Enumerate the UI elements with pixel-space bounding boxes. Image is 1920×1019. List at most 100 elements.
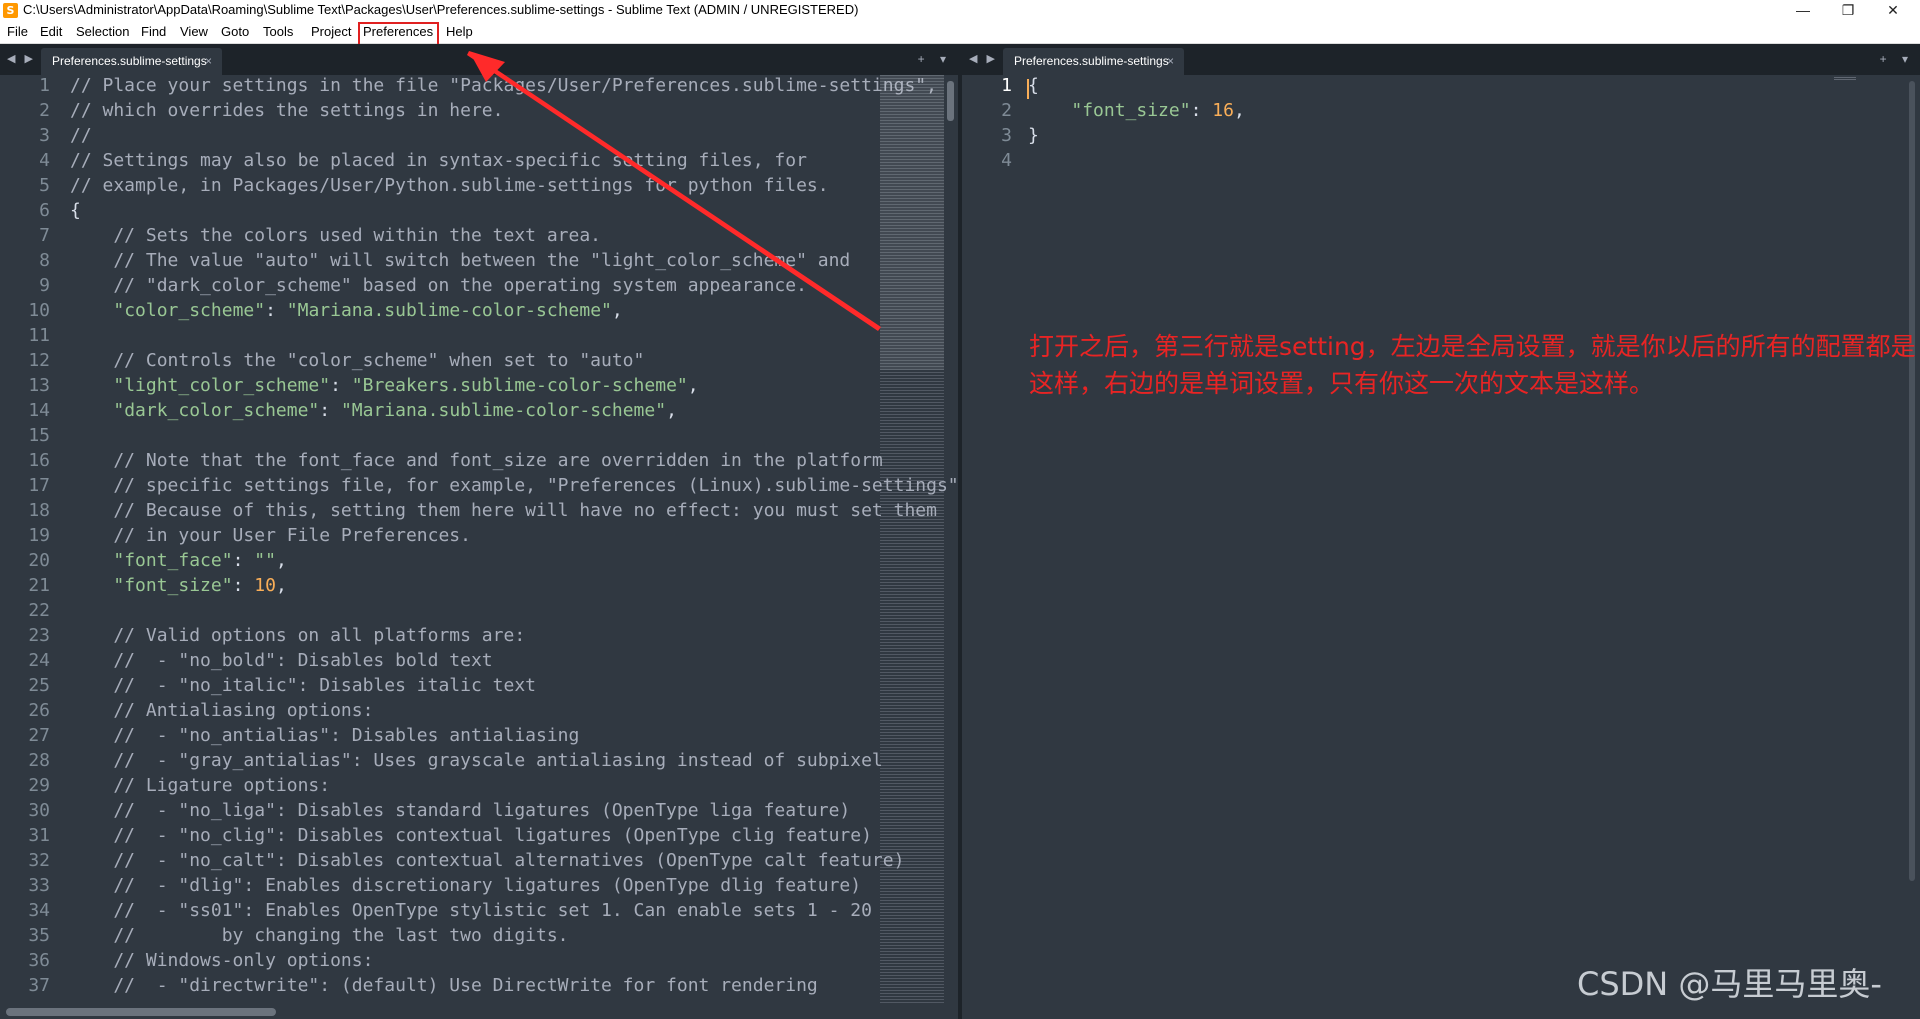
- minimize-button[interactable]: —: [1781, 0, 1825, 20]
- code-token-comment: // which overrides the settings in here.: [70, 100, 504, 121]
- code-line[interactable]: {: [1028, 75, 1039, 100]
- text-cursor: [1027, 79, 1029, 99]
- tab-label: Preferences.sublime-settings: [1014, 54, 1169, 68]
- close-window-button[interactable]: ✕: [1871, 0, 1915, 20]
- code-line[interactable]: {: [70, 200, 81, 225]
- line-number: 20: [28, 550, 50, 571]
- code-token-brace: {: [1028, 75, 1039, 96]
- line-number: 33: [28, 875, 50, 896]
- code-line[interactable]: // by changing the last two digits.: [70, 925, 568, 950]
- code-token-comment: // Windows-only options:: [70, 950, 374, 971]
- vertical-scrollbar[interactable]: [1909, 81, 1915, 881]
- code-token-string: "light_color_scheme": [113, 375, 331, 396]
- menu-file[interactable]: File: [7, 20, 28, 44]
- code-line[interactable]: // Antialiasing options:: [70, 700, 373, 725]
- code-line[interactable]: // Note that the font_face and font_size…: [70, 450, 882, 475]
- horizontal-scrollbar[interactable]: [6, 1008, 276, 1016]
- code-line[interactable]: // specific settings file, for example, …: [70, 475, 958, 500]
- code-line[interactable]: "light_color_scheme": "Breakers.sublime-…: [70, 375, 698, 400]
- menu-goto[interactable]: Goto: [221, 20, 249, 44]
- menu-edit[interactable]: Edit: [40, 20, 62, 44]
- code-line[interactable]: // - "ss01": Enables OpenType stylistic …: [70, 900, 872, 925]
- code-line[interactable]: // - "dlig": Enables discretionary ligat…: [70, 875, 861, 900]
- code-token-comment: // Because of this, setting them here wi…: [70, 500, 937, 521]
- tab-preferences-left[interactable]: Preferences.sublime-settings ×: [41, 48, 222, 75]
- code-line[interactable]: // - "directwrite": (default) Use Direct…: [70, 975, 817, 1000]
- code-token-punct: :: [330, 375, 352, 396]
- tab-close-icon[interactable]: ×: [1167, 48, 1174, 75]
- code-line[interactable]: // - "no_clig": Disables contextual liga…: [70, 825, 872, 850]
- menu-help[interactable]: Help: [446, 20, 473, 44]
- code-line[interactable]: // - "no_liga": Disables standard ligatu…: [70, 800, 850, 825]
- menu-view[interactable]: View: [180, 20, 208, 44]
- code-token-comment: // Valid options on all platforms are:: [70, 625, 526, 646]
- code-line[interactable]: // Settings may also be placed in syntax…: [70, 150, 807, 175]
- code-line[interactable]: "dark_color_scheme": "Mariana.sublime-co…: [70, 400, 677, 425]
- code-line[interactable]: // The value "auto" will switch between …: [70, 250, 850, 275]
- code-line[interactable]: // Ligature options:: [70, 775, 330, 800]
- line-number: 32: [28, 850, 50, 871]
- line-number: 10: [28, 300, 50, 321]
- code-token-punct: [70, 400, 113, 421]
- code-token-punct: :: [232, 550, 255, 571]
- line-number: 9: [39, 275, 50, 296]
- tab-nav-arrows[interactable]: ◀ ▶: [7, 44, 36, 75]
- code-line[interactable]: //: [70, 125, 92, 150]
- code-token-punct: [70, 375, 113, 396]
- code-line[interactable]: // example, in Packages/User/Python.subl…: [70, 175, 829, 200]
- code-line[interactable]: "font_face": "",: [70, 550, 287, 575]
- code-line[interactable]: // in your User File Preferences.: [70, 525, 471, 550]
- code-token-string: "Mariana.sublime-color-scheme": [286, 300, 612, 321]
- minimap-viewport[interactable]: [880, 75, 944, 370]
- code-line[interactable]: // - "gray_antialias": Uses grayscale an…: [70, 750, 882, 775]
- code-token-string: "Breakers.sublime-color-scheme": [351, 375, 688, 396]
- line-number-gutter: 1 2 3 4: [962, 75, 1022, 1019]
- code-line[interactable]: // Controls the "color_scheme" when set …: [70, 350, 644, 375]
- code-token-punct: :: [319, 400, 341, 421]
- code-token-punct: ,: [1233, 100, 1245, 121]
- code-line[interactable]: // Valid options on all platforms are:: [70, 625, 525, 650]
- code-line[interactable]: // Because of this, setting them here wi…: [70, 500, 937, 525]
- line-number: 37: [28, 975, 50, 996]
- code-line[interactable]: // Place your settings in the file "Pack…: [70, 75, 937, 100]
- code-line[interactable]: "font_size": 16,: [1028, 100, 1245, 125]
- tab-preferences-right[interactable]: Preferences.sublime-settings ×: [1003, 48, 1184, 75]
- code-token-comment: // specific settings file, for example, …: [70, 475, 958, 496]
- line-number: 8: [39, 250, 50, 271]
- line-number: 25: [28, 675, 50, 696]
- code-line[interactable]: "color_scheme": "Mariana.sublime-color-s…: [70, 300, 622, 325]
- minimap[interactable]: [1834, 77, 1856, 81]
- line-number: 15: [28, 425, 50, 446]
- restore-button[interactable]: ❐: [1826, 0, 1870, 20]
- tab-tools[interactable]: + ▾: [1880, 44, 1914, 75]
- editor-pane-user-settings[interactable]: 1 2 3 4 { "font_size": 16,}: [962, 75, 1920, 1019]
- editor-pane-default-settings[interactable]: 1 2 3 4 5 6 7 8 9 10 11 12 13 14 15 16 17 18 19 20 21 22 23 24 2…: [0, 75, 958, 1019]
- code-token-comment: // Settings may also be placed in syntax…: [70, 150, 807, 171]
- code-line[interactable]: // Sets the colors used within the text …: [70, 225, 601, 250]
- code-token-number: 16: [1212, 100, 1234, 121]
- code-line[interactable]: }: [1028, 125, 1039, 150]
- tab-close-icon[interactable]: ×: [205, 48, 212, 75]
- menu-project[interactable]: Project: [311, 20, 351, 44]
- code-line[interactable]: // - "no_antialias": Disables antialiasi…: [70, 725, 579, 750]
- code-line[interactable]: // which overrides the settings in here.: [70, 100, 503, 125]
- code-line[interactable]: // "dark_color_scheme" based on the oper…: [70, 275, 807, 300]
- vertical-scrollbar[interactable]: [947, 81, 954, 121]
- code-token-comment: // - "no_italic": Disables italic text: [70, 675, 536, 696]
- tab-nav-arrows[interactable]: ◀ ▶: [969, 44, 998, 75]
- menu-find[interactable]: Find: [141, 20, 166, 44]
- code-line[interactable]: "font_size": 10,: [70, 575, 286, 600]
- code-token-comment: // The value "auto" will switch between …: [70, 250, 851, 271]
- tab-tools[interactable]: + ▾: [918, 44, 952, 75]
- line-number: 19: [28, 525, 50, 546]
- code-token-comment: // - "no_clig": Disables contextual liga…: [70, 825, 872, 846]
- code-line[interactable]: // - "no_italic": Disables italic text: [70, 675, 536, 700]
- code-line[interactable]: // - "no_calt": Disables contextual alte…: [70, 850, 904, 875]
- line-number: 34: [28, 900, 50, 921]
- code-token-comment: // Sets the colors used within the text …: [70, 225, 602, 246]
- menu-selection[interactable]: Selection: [76, 20, 129, 44]
- menu-tools[interactable]: Tools: [263, 20, 293, 44]
- code-line[interactable]: // Windows-only options:: [70, 950, 373, 975]
- code-token-punct: ,: [275, 550, 287, 571]
- code-line[interactable]: // - "no_bold": Disables bold text: [70, 650, 492, 675]
